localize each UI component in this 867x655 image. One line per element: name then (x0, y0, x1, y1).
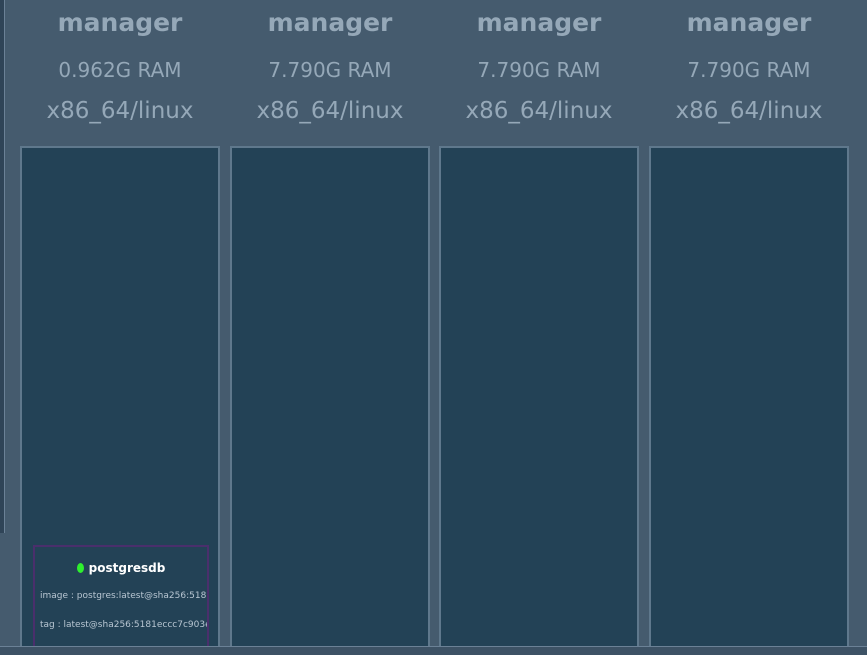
node-title: manager (267, 8, 393, 37)
running-status-icon (76, 563, 84, 573)
swarm-visualizer: manager 0.962G RAM x86_64/linux postgres… (0, 0, 867, 655)
node-arch: x86_64/linux (675, 98, 823, 124)
node-ram: 0.962G RAM (58, 58, 182, 82)
node-column-4: manager 7.790G RAM x86_64/linux (649, 0, 849, 655)
node-title: manager (476, 8, 602, 37)
node-ram: 7.790G RAM (477, 58, 601, 82)
node-panel (230, 146, 430, 652)
bottom-scroll-strip (0, 646, 867, 655)
node-ram: 7.790G RAM (687, 58, 811, 82)
container-tag: tag : latest@sha256:5181eccc7c903e (40, 620, 209, 630)
node-arch: x86_64/linux (46, 98, 194, 124)
node-column-1: manager 0.962G RAM x86_64/linux postgres… (20, 0, 220, 655)
node-column-2: manager 7.790G RAM x86_64/linux (230, 0, 430, 655)
left-scroll-rail (0, 0, 5, 533)
node-title: manager (57, 8, 183, 37)
node-column-3: manager 7.790G RAM x86_64/linux (439, 0, 639, 655)
container-name: postgresdb (88, 561, 166, 575)
container-header: postgresdb (35, 561, 207, 575)
node-arch: x86_64/linux (465, 98, 613, 124)
node-panel: postgresdb image : postgres:latest@sha25… (20, 146, 220, 655)
node-panel (649, 146, 849, 652)
container-image: image : postgres:latest@sha256:5181 (40, 591, 209, 601)
node-arch: x86_64/linux (256, 98, 404, 124)
node-ram: 7.790G RAM (268, 58, 392, 82)
node-panel (439, 146, 639, 652)
container-card-postgresdb[interactable]: postgresdb image : postgres:latest@sha25… (33, 545, 209, 655)
node-title: manager (686, 8, 812, 37)
